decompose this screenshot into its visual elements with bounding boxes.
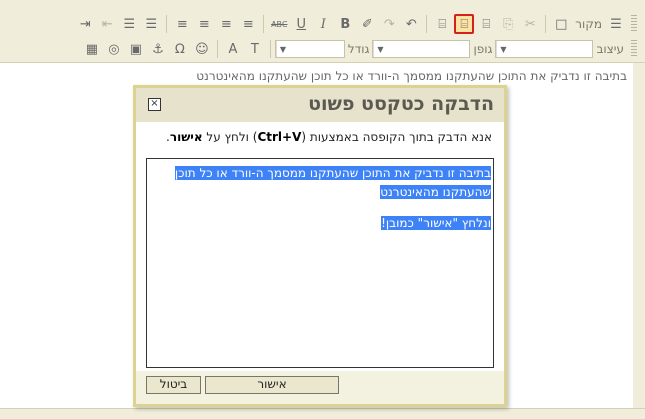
special-char-icon[interactable]: Ω [170, 39, 190, 59]
size-label: גודל [347, 42, 370, 56]
anchor-icon[interactable]: ⚓ [148, 39, 168, 59]
paste-line-3: ונלחץ "אישור" כמובן! [381, 216, 491, 230]
undo-icon[interactable]: ↶ [401, 14, 421, 34]
paste-line-2: שהעתקנו מהאינטרנט [380, 185, 491, 199]
editor: ☰ מקור □ ✂ ⎘ ⌸ ⌸ ⌸ ↶ ↷ ✐ B I U ABC ≡ ≡ ≡… [0, 0, 645, 419]
font-label: גופן [473, 42, 493, 56]
separator [426, 15, 428, 33]
paste-line-1: בתיבה זו נדביק את התוכן שהעתקנו ממסמך ה-… [174, 166, 491, 180]
align-center-icon[interactable]: ≡ [216, 14, 236, 34]
text-color-icon[interactable]: T [245, 39, 265, 59]
paste-textarea[interactable]: בתיבה זו נדביק את התוכן שהעתקנו ממסמך ה-… [146, 158, 494, 368]
preview-icon[interactable]: □ [551, 14, 571, 34]
bold-icon[interactable]: B [335, 14, 355, 34]
cancel-button[interactable]: ביטול [146, 376, 201, 394]
eraser-icon[interactable]: ✐ [357, 14, 377, 34]
dialog-title: הדבקה כטקסט פשוט [308, 93, 494, 115]
bullet-list-icon[interactable]: ☰ [119, 14, 139, 34]
strike-icon[interactable]: ABC [269, 14, 289, 34]
editor-footer [0, 408, 645, 419]
numbered-list-icon[interactable]: ☰ [141, 14, 161, 34]
paste-word-icon[interactable]: ⌸ [432, 14, 452, 34]
outdent-icon[interactable]: ⇤ [97, 14, 117, 34]
separator [545, 15, 547, 33]
toolbar-grip[interactable] [631, 40, 637, 58]
paste-icon[interactable]: ⌸ [476, 14, 496, 34]
paste-text-icon[interactable]: ⌸ [454, 14, 475, 34]
separator [216, 40, 218, 58]
align-justify-icon[interactable]: ≡ [172, 14, 192, 34]
chevron-down-icon: ▼ [373, 41, 386, 57]
smiley-icon[interactable]: ☺ [192, 39, 212, 59]
source-icon[interactable]: ☰ [606, 14, 626, 34]
separator [166, 15, 168, 33]
close-icon[interactable]: × [148, 98, 161, 111]
chevron-down-icon: ▼ [496, 41, 509, 57]
toolbar-row-1: ☰ מקור □ ✂ ⎘ ⌸ ⌸ ⌸ ↶ ↷ ✐ B I U ABC ≡ ≡ ≡… [0, 11, 645, 37]
chevron-down-icon: ▼ [275, 41, 289, 57]
content-text: בתיבה זו נדביק את התוכן שהעתקנו ממסמך ה-… [196, 69, 627, 83]
size-select[interactable]: ▼ [274, 40, 345, 58]
toolbar-row-2: עיצוב ▼ גופן ▼ גודל ▼ T A ☺ Ω ⚓ ▣ ◎ ▦ [0, 36, 645, 62]
dialog-body: אנא הדבק בתוך הקופסה באמצעות (Ctrl+V) ול… [136, 122, 504, 371]
image-icon[interactable]: ▣ [126, 39, 146, 59]
redo-icon[interactable]: ↷ [379, 14, 399, 34]
toolbar-grip[interactable] [631, 15, 637, 33]
vertical-scrollbar[interactable] [633, 63, 645, 409]
dialog-footer: אישור ביטול [136, 371, 504, 404]
align-left-icon[interactable]: ≡ [238, 14, 258, 34]
bg-color-icon[interactable]: A [223, 39, 243, 59]
style-label: עיצוב [596, 42, 624, 56]
separator [269, 40, 271, 58]
dialog-instruction: אנא הדבק בתוך הקופסה באמצעות (Ctrl+V) ול… [166, 130, 492, 144]
ok-button[interactable]: אישור [205, 376, 339, 394]
style-select[interactable]: ▼ [495, 40, 594, 58]
source-label[interactable]: מקור [575, 17, 602, 31]
underline-icon[interactable]: U [291, 14, 311, 34]
paste-text-dialog: הדבקה כטקסט פשוט × אנא הדבק בתוך הקופסה … [133, 85, 507, 407]
cut-icon[interactable]: ✂ [520, 14, 540, 34]
dialog-titlebar[interactable]: הדבקה כטקסט פשוט × [136, 88, 504, 122]
separator [263, 15, 265, 33]
align-right-icon[interactable]: ≡ [194, 14, 214, 34]
italic-icon[interactable]: I [313, 14, 333, 34]
copy-icon[interactable]: ⎘ [498, 14, 518, 34]
flash-icon[interactable]: ◎ [104, 39, 124, 59]
table-icon[interactable]: ▦ [82, 39, 102, 59]
font-select[interactable]: ▼ [372, 40, 471, 58]
indent-icon[interactable]: ⇥ [75, 14, 95, 34]
editor-toolbar: ☰ מקור □ ✂ ⎘ ⌸ ⌸ ⌸ ↶ ↷ ✐ B I U ABC ≡ ≡ ≡… [0, 0, 645, 63]
